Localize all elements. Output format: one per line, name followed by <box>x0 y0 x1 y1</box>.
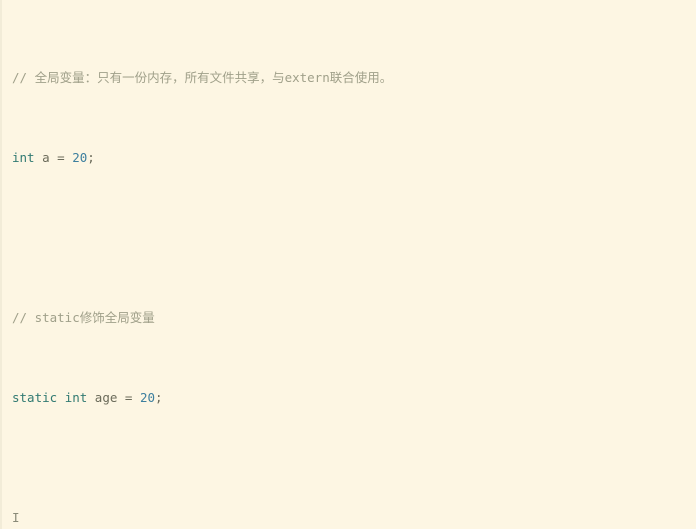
code-token: static int age = 20; <box>12 390 163 405</box>
text-cursor: I <box>12 510 20 525</box>
comment-token: // static修饰全局变量 <box>12 310 155 325</box>
code-line: // 全局变量：只有一份内存，所有文件共享，与extern联合使用。 <box>12 68 696 88</box>
code-line: static int age = 20; <box>12 388 696 408</box>
code-editor[interactable]: // 全局变量：只有一份内存，所有文件共享，与extern联合使用。 int a… <box>0 0 696 529</box>
code-line: // static修饰全局变量 <box>12 308 696 328</box>
code-line: int a = 20; <box>12 148 696 168</box>
code-token: int a = 20; <box>12 150 95 165</box>
comment-token: // 全局变量：只有一份内存，所有文件共享，与extern联合使用。 <box>12 70 393 85</box>
code-content[interactable]: // 全局变量：只有一份内存，所有文件共享，与extern联合使用。 int a… <box>0 8 696 529</box>
